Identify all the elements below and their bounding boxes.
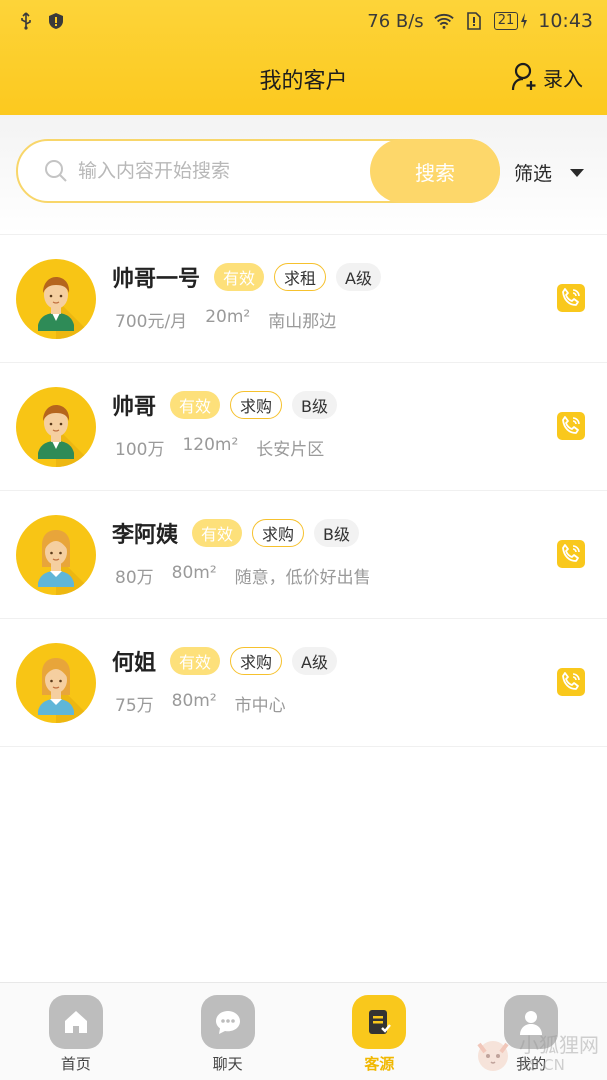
- level-badge: A级: [336, 263, 381, 291]
- filter-label: 筛选: [514, 163, 553, 185]
- customer-list: 帅哥一号 有效 求租 A级 700元/月 20m² 南山那边 帅哥 有效 求购 …: [0, 234, 607, 747]
- clients-icon: [352, 995, 407, 1049]
- search-area: 搜索 筛选: [0, 115, 607, 233]
- usb-icon: [16, 11, 36, 31]
- watermark-title: 小狐狸网: [519, 1033, 599, 1057]
- customer-name: 帅哥一号: [112, 267, 201, 292]
- customer-location: 南山那边: [268, 312, 337, 332]
- tab-label: 聊天: [212, 1055, 243, 1073]
- customer-price: 700元/月: [115, 312, 188, 332]
- customer-location: 市中心: [234, 696, 286, 716]
- battery-indicator: 21: [493, 12, 529, 30]
- shield-icon: [46, 11, 66, 31]
- demand-type-badge: 求租: [274, 263, 327, 291]
- level-badge: A级: [292, 647, 337, 675]
- phone-icon: [562, 544, 580, 562]
- add-customer-label: 录入: [543, 66, 583, 91]
- tab-home[interactable]: 首页: [0, 983, 152, 1080]
- add-customer-button[interactable]: 录入: [511, 62, 583, 92]
- customer-price: 100万: [115, 440, 165, 460]
- search-box: 搜索: [16, 139, 500, 203]
- call-button[interactable]: [557, 668, 585, 696]
- add-user-icon: [511, 62, 536, 91]
- call-button[interactable]: [557, 540, 585, 568]
- phone-icon: [562, 416, 580, 434]
- customer-area: 80m²: [171, 691, 217, 711]
- watermark-sub: KS.CN: [519, 1056, 565, 1074]
- nav-bar: 我的客户 录入: [0, 42, 607, 115]
- chat-icon: [200, 995, 255, 1049]
- demand-type-badge: 求购: [230, 391, 283, 419]
- call-button[interactable]: [557, 284, 585, 312]
- wifi-icon: [433, 11, 454, 31]
- chevron-down-icon: [570, 168, 585, 177]
- page-title: 我的客户: [259, 68, 348, 94]
- call-button[interactable]: [557, 412, 585, 440]
- tab-label: 首页: [60, 1055, 91, 1073]
- battery-level: 21: [493, 12, 519, 30]
- app-header: 76 B/s 21 10:43 我的客户 录入: [0, 0, 607, 115]
- clock: 10:43: [538, 10, 593, 32]
- customer-price: 75万: [115, 696, 154, 716]
- status-bar: 76 B/s 21 10:43: [0, 0, 607, 42]
- search-icon: [45, 160, 67, 182]
- customer-name: 帅哥: [112, 395, 157, 420]
- status-badge: 有效: [170, 647, 221, 675]
- status-badge: 有效: [192, 519, 243, 547]
- male-avatar: [16, 387, 96, 467]
- customer-location: 随意，低价好出售: [234, 568, 371, 588]
- fox-logo-icon: [477, 1041, 509, 1071]
- search-button[interactable]: 搜索: [370, 139, 500, 203]
- sim-alert-icon: [464, 11, 484, 31]
- level-badge: B级: [314, 519, 360, 547]
- watermark: 小狐狸网 KS.CN: [473, 1034, 599, 1074]
- tab-label: 客源: [364, 1055, 395, 1073]
- customer-row[interactable]: 帅哥一号 有效 求租 A级 700元/月 20m² 南山那边: [0, 235, 607, 363]
- search-input[interactable]: [78, 160, 358, 182]
- customer-area: 80m²: [171, 563, 217, 583]
- filter-dropdown[interactable]: 筛选: [514, 159, 585, 186]
- customer-area: 120m²: [182, 435, 239, 455]
- phone-icon: [562, 672, 580, 690]
- network-speed: 76 B/s: [367, 10, 424, 32]
- status-badge: 有效: [214, 263, 265, 291]
- customer-row[interactable]: 何姐 有效 求购 A级 75万 80m² 市中心: [0, 619, 607, 747]
- customer-row[interactable]: 帅哥 有效 求购 B级 100万 120m² 长安片区: [0, 363, 607, 491]
- phone-icon: [562, 288, 580, 306]
- tab-chat[interactable]: 聊天: [152, 983, 304, 1080]
- customer-location: 长安片区: [256, 440, 325, 460]
- customer-row[interactable]: 李阿姨 有效 求购 B级 80万 80m² 随意，低价好出售: [0, 491, 607, 619]
- charging-icon: [521, 13, 528, 29]
- status-badge: 有效: [170, 391, 221, 419]
- home-icon: [48, 995, 103, 1049]
- male-avatar: [16, 259, 96, 339]
- customer-area: 20m²: [205, 307, 251, 327]
- level-badge: B级: [292, 391, 338, 419]
- customer-price: 80万: [115, 568, 154, 588]
- female-avatar: [16, 515, 96, 595]
- tab-clients[interactable]: 客源: [304, 983, 456, 1080]
- demand-type-badge: 求购: [230, 647, 283, 675]
- demand-type-badge: 求购: [252, 519, 305, 547]
- customer-name: 何姐: [112, 651, 157, 676]
- female-avatar: [16, 643, 96, 723]
- customer-name: 李阿姨: [112, 523, 179, 548]
